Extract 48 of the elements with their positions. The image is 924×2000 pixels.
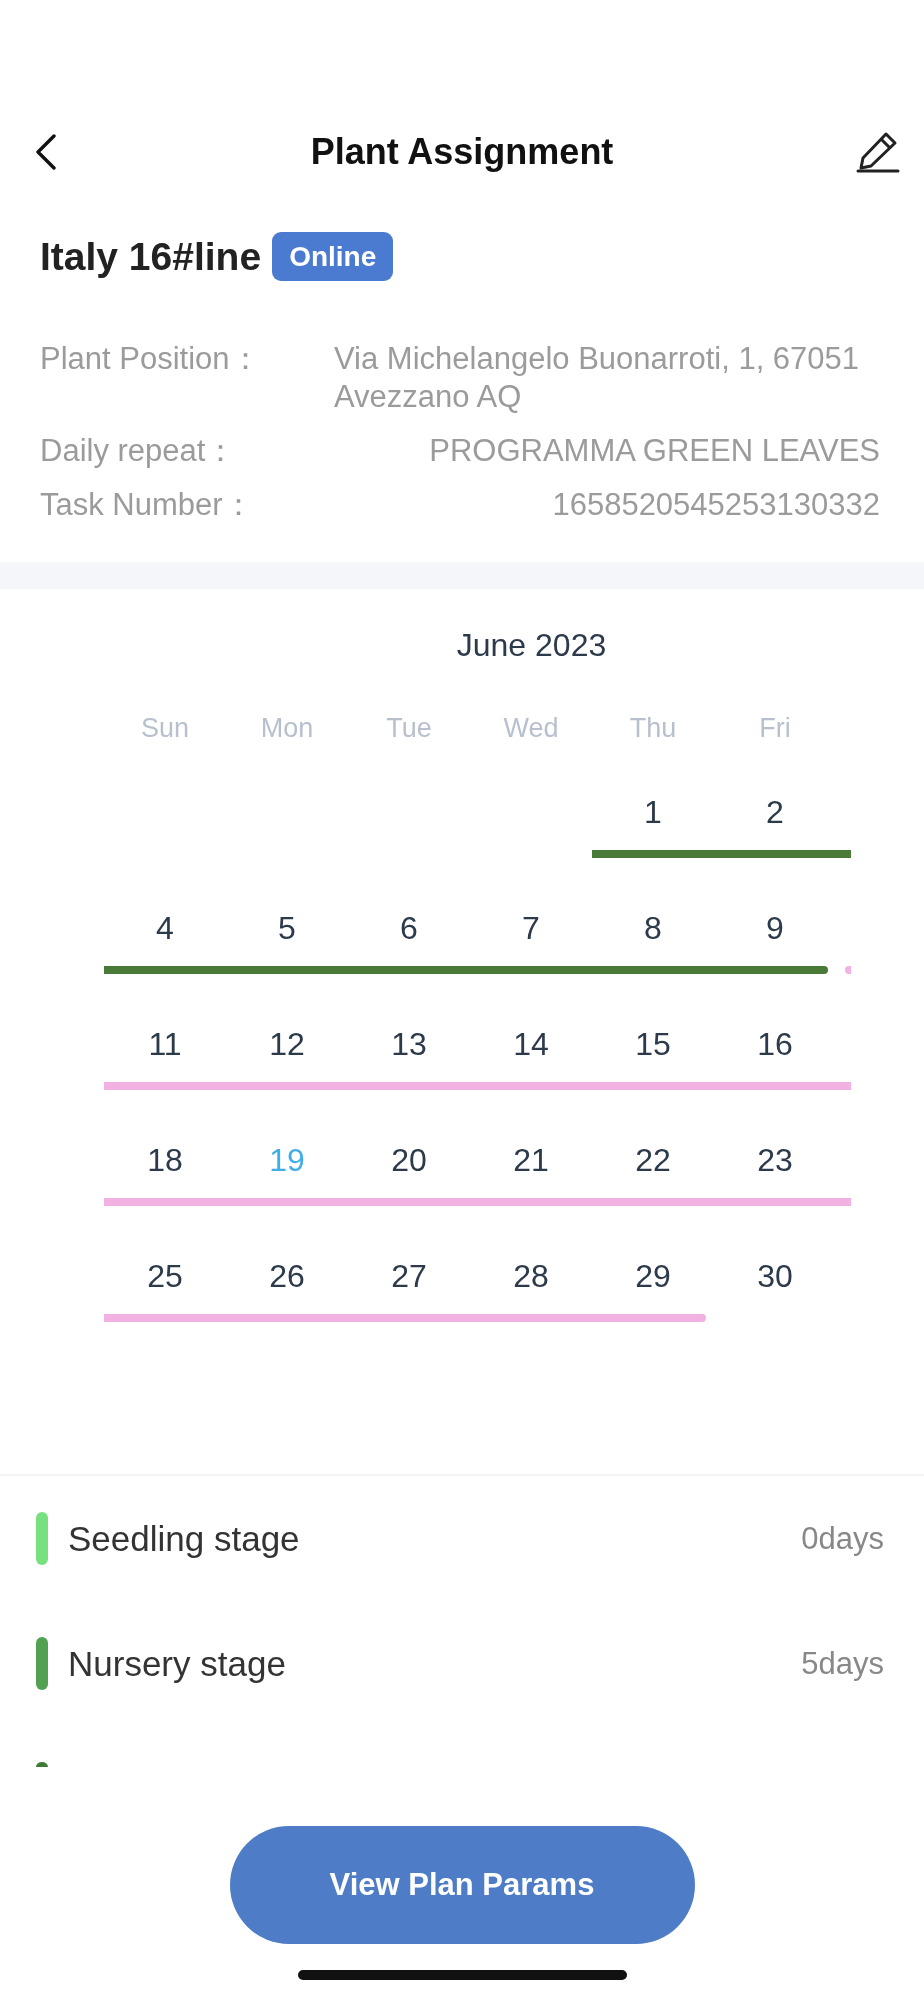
calendar-day[interactable]: 22: [635, 1140, 671, 1180]
calendar-day[interactable]: 18: [147, 1140, 183, 1180]
stage-name: Seedling stage: [68, 1518, 300, 1559]
weekday-label: Thu: [629, 712, 677, 745]
back-icon[interactable]: [35, 134, 57, 170]
calendar-day[interactable]: 7: [522, 908, 540, 948]
calendar-day[interactable]: 25: [147, 1256, 183, 1296]
info-label: Daily repeat：: [40, 432, 237, 470]
calendar-day[interactable]: 5: [278, 908, 296, 948]
info-value: 1658520545253130332: [552, 486, 880, 524]
weekday-label: Sun: [140, 712, 189, 745]
line-name: Italy 16#line: [40, 234, 262, 279]
calendar-day[interactable]: 27: [391, 1256, 427, 1296]
info-label: Task Number：: [40, 486, 254, 524]
calendar-day[interactable]: 4: [156, 908, 174, 948]
info-label: Plant Position：: [40, 340, 261, 378]
calendar-day[interactable]: 12: [269, 1024, 305, 1064]
calendar-day[interactable]: 21: [513, 1140, 549, 1180]
calendar-day[interactable]: 11: [148, 1024, 182, 1064]
info-value: PROGRAMMA GREEN LEAVES: [429, 432, 880, 470]
status-badge: Online: [272, 232, 394, 281]
page-title: Plant Assignment: [310, 131, 614, 173]
weekday-label: Mon: [260, 712, 314, 745]
calendar-day[interactable]: 29: [635, 1256, 671, 1296]
calendar-day[interactable]: 2: [766, 792, 784, 832]
info-value: Via Michelangelo Buonarroti, 1, 67051 Avezzano AQ: [334, 340, 861, 416]
stage-duration: 5days: [801, 1645, 884, 1682]
weekday-label: Wed: [503, 712, 559, 745]
calendar-day[interactable]: 8: [644, 908, 662, 948]
stage-name: Nursery stage: [68, 1643, 286, 1684]
calendar-day[interactable]: 1: [644, 792, 662, 832]
calendar-day[interactable]: 26: [269, 1256, 305, 1296]
edit-icon[interactable]: [856, 131, 900, 173]
view-params-button[interactable]: View Plan Params: [229, 1826, 695, 1944]
calendar-day[interactable]: 6: [400, 908, 418, 948]
weekday-label: Fri: [759, 712, 791, 745]
calendar-day[interactable]: 13: [391, 1024, 427, 1064]
calendar-day[interactable]: 28: [513, 1256, 549, 1296]
stage-duration: 0days: [801, 1520, 884, 1557]
calendar-day[interactable]: 30: [757, 1256, 793, 1296]
calendar-day[interactable]: 9: [766, 908, 784, 948]
calendar-day[interactable]: 20: [391, 1140, 427, 1180]
weekday-label: Tue: [386, 712, 432, 745]
calendar-day[interactable]: 16: [757, 1024, 793, 1064]
calendar-day[interactable]: 23: [757, 1140, 793, 1180]
month-title: June 2023: [456, 627, 607, 663]
calendar-day[interactable]: 14: [513, 1024, 549, 1064]
calendar-day[interactable]: 15: [635, 1024, 671, 1064]
